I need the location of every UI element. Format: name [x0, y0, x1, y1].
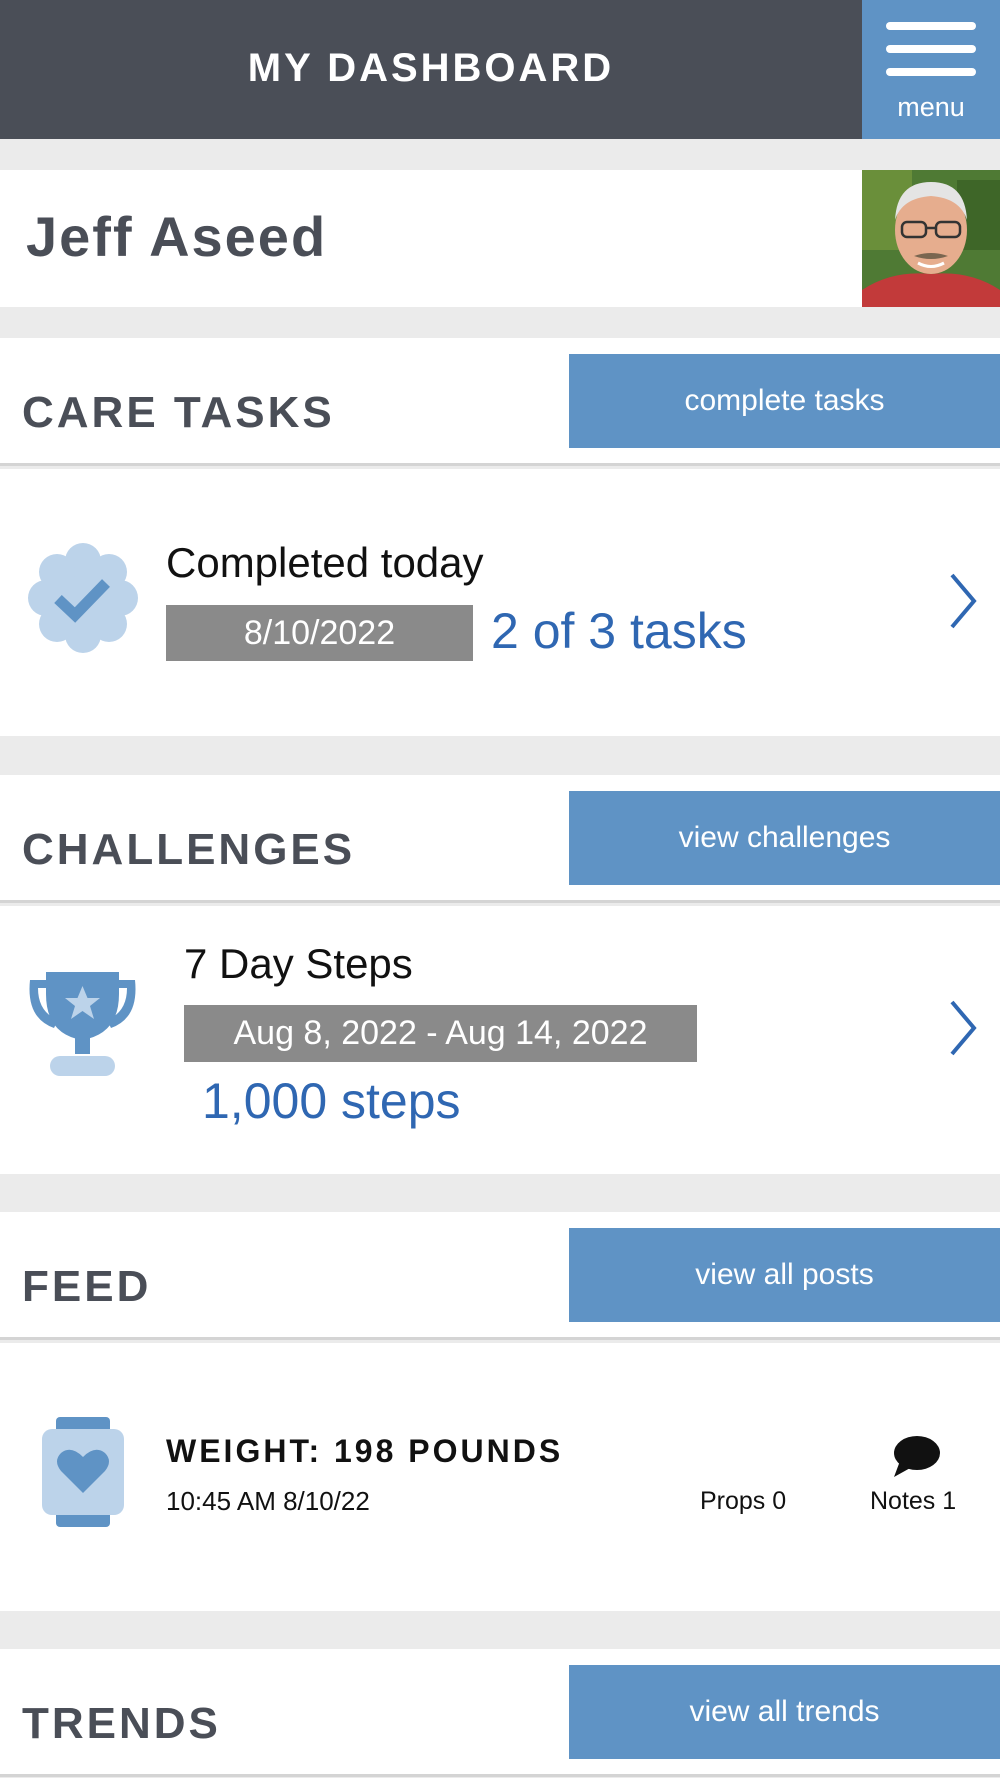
profile-bar: Jeff Aseed — [0, 170, 1000, 307]
view-all-trends-button[interactable]: view all trends — [569, 1665, 1000, 1759]
care-tasks-card[interactable]: Completed today 8/10/2022 2 of 3 tasks — [0, 469, 1000, 736]
post-heading: WEIGHT: 198 POUNDS — [166, 1433, 564, 1469]
section-title: CARE TASKS — [22, 388, 335, 437]
trophy-icon — [29, 972, 136, 1076]
menu-button[interactable]: menu — [862, 0, 1000, 139]
hamburger-icon-bar — [886, 22, 976, 30]
view-all-posts-button[interactable]: view all posts — [569, 1228, 1000, 1322]
task-date-badge: 8/10/2022 — [166, 605, 473, 661]
task-summary: 2 of 3 tasks — [491, 603, 747, 659]
app-header: MY DASHBOARD menu — [0, 0, 1000, 139]
hamburger-icon-bar — [886, 68, 976, 76]
feed-header: FEED view all posts — [0, 1212, 1000, 1340]
section-title: CHALLENGES — [22, 825, 356, 874]
avatar-photo-icon — [862, 170, 1000, 307]
speech-bubble-icon[interactable] — [890, 1435, 940, 1479]
challenge-heading: 7 Day Steps — [184, 940, 413, 987]
challenge-card[interactable]: 7 Day Steps Aug 8, 2022 - Aug 14, 2022 1… — [0, 906, 1000, 1174]
smartwatch-heart-icon — [42, 1417, 124, 1527]
post-timestamp: 10:45 AM 8/10/22 — [166, 1486, 370, 1516]
chevron-right-icon[interactable] — [944, 571, 980, 631]
badge-check-icon — [28, 543, 138, 653]
chevron-right-icon[interactable] — [944, 998, 980, 1058]
complete-tasks-button[interactable]: complete tasks — [569, 354, 1000, 448]
notes-count[interactable]: Notes 1 — [870, 1487, 956, 1516]
section-title: FEED — [22, 1262, 152, 1311]
menu-label: menu — [897, 92, 965, 122]
hamburger-icon-bar — [886, 45, 976, 53]
challenge-date-badge: Aug 8, 2022 - Aug 14, 2022 — [184, 1005, 697, 1062]
view-challenges-button[interactable]: view challenges — [569, 791, 1000, 885]
challenge-goal: 1,000 steps — [202, 1073, 461, 1129]
page-title: MY DASHBOARD — [247, 46, 615, 90]
user-name: Jeff Aseed — [26, 205, 328, 268]
care-tasks-header: CARE TASKS complete tasks — [0, 338, 1000, 466]
avatar[interactable] — [862, 170, 1000, 307]
challenges-header: CHALLENGES view challenges — [0, 775, 1000, 903]
section-title: TRENDS — [22, 1699, 221, 1748]
task-heading: Completed today — [166, 539, 484, 586]
feed-post[interactable]: WEIGHT: 198 POUNDS 10:45 AM 8/10/22 Prop… — [0, 1343, 1000, 1611]
trends-header: TRENDS view all trends — [0, 1649, 1000, 1777]
props-count[interactable]: Props 0 — [700, 1487, 786, 1516]
